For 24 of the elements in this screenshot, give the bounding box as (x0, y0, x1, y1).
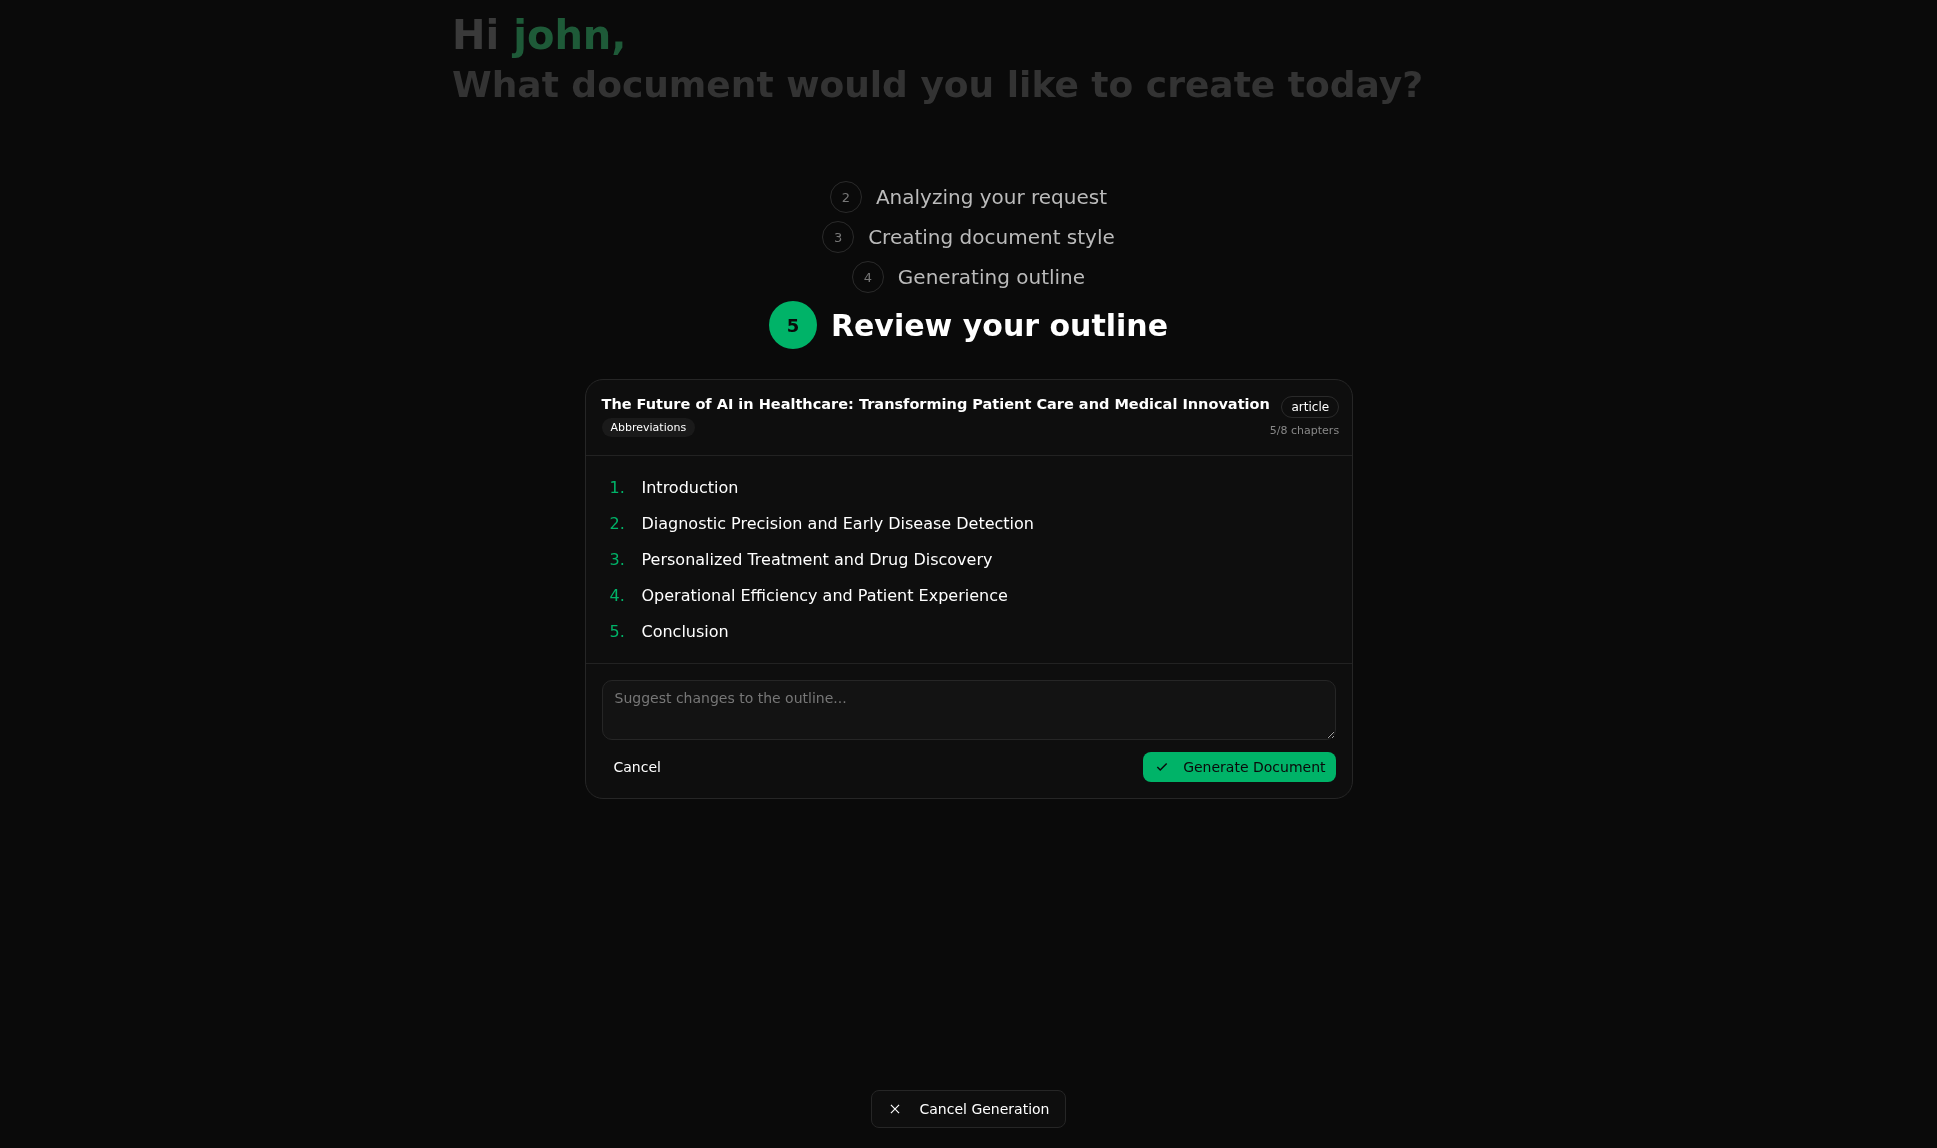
tag: Abbreviations (601, 418, 696, 437)
step-label: Review your outline (830, 307, 1169, 343)
step-label: Analyzing your request (875, 185, 1108, 209)
cancel-button[interactable]: Cancel (601, 753, 673, 781)
outline-item: Diagnostic Precision and Early Disease Detection (641, 514, 1034, 533)
item-number: 1. (609, 478, 626, 497)
feedback-field[interactable]: Suggest changes to the outline... (601, 680, 1336, 740)
outline-item: Operational Efficiency and Patient Experience (641, 586, 1008, 605)
step-label: Generating outline (897, 265, 1086, 289)
check-icon (1155, 760, 1170, 774)
item-number: 2. (609, 514, 626, 533)
outline-item: Personalized Treatment and Drug Discovery (641, 550, 993, 569)
outline-item: Introduction (641, 478, 739, 497)
outline-title: The Future of AI in Healthcare: Transforming Patient Care and Medical Innovation (601, 396, 1270, 412)
user-name-text: john, (513, 12, 627, 58)
cancel-generation-button[interactable]: Cancel Generation (870, 1090, 1067, 1128)
item-number: 4. (609, 586, 626, 605)
item-number: 3. (609, 550, 626, 569)
outline-item: Conclusion (641, 622, 729, 641)
item-number: 5. (609, 622, 626, 641)
generate-button[interactable]: Generate Document (1143, 752, 1336, 782)
step-number: 5 (768, 301, 817, 349)
step-label: Creating document style (868, 225, 1115, 249)
chapter-count: 5/8 chapters (1269, 424, 1340, 437)
